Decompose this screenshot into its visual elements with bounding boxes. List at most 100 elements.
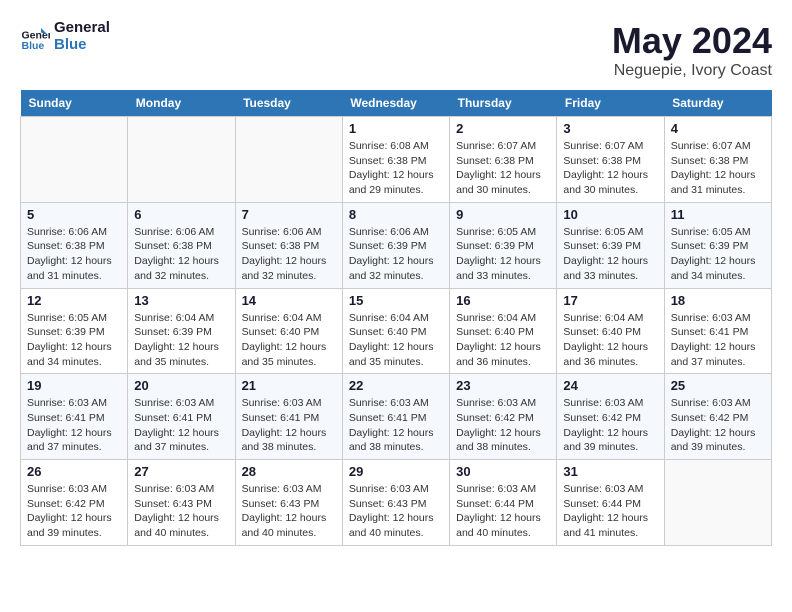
day-info: Sunrise: 6:04 AMSunset: 6:39 PMDaylight:…: [134, 311, 228, 370]
calendar-cell: [235, 117, 342, 203]
calendar-cell: 19 Sunrise: 6:03 AMSunset: 6:41 PMDayligh…: [21, 374, 128, 460]
calendar-week-row: 26 Sunrise: 6:03 AMSunset: 6:42 PMDayligh…: [21, 460, 772, 546]
day-info: Sunrise: 6:03 AMSunset: 6:42 PMDaylight:…: [456, 396, 550, 455]
day-info: Sunrise: 6:03 AMSunset: 6:43 PMDaylight:…: [349, 482, 443, 541]
calendar-cell: [664, 460, 771, 546]
day-number: 29: [349, 464, 443, 479]
calendar-cell: 4 Sunrise: 6:07 AMSunset: 6:38 PMDaylight…: [664, 117, 771, 203]
day-info: Sunrise: 6:04 AMSunset: 6:40 PMDaylight:…: [242, 311, 336, 370]
day-info: Sunrise: 6:08 AMSunset: 6:38 PMDaylight:…: [349, 139, 443, 198]
svg-text:Blue: Blue: [22, 40, 45, 52]
day-info: Sunrise: 6:07 AMSunset: 6:38 PMDaylight:…: [563, 139, 657, 198]
calendar-cell: 13 Sunrise: 6:04 AMSunset: 6:39 PMDayligh…: [128, 288, 235, 374]
day-number: 31: [563, 464, 657, 479]
calendar-cell: 1Sunrise: 6:08 AMSunset: 6:38 PMDaylight…: [342, 117, 449, 203]
day-number: 16: [456, 293, 550, 308]
calendar-cell: 31 Sunrise: 6:03 AMSunset: 6:44 PMDayligh…: [557, 460, 664, 546]
day-number: 23: [456, 378, 550, 393]
day-info: Sunrise: 6:04 AMSunset: 6:40 PMDaylight:…: [349, 311, 443, 370]
page-header: General Blue General Blue May 2024 Negue…: [20, 20, 772, 80]
day-info: Sunrise: 6:07 AMSunset: 6:38 PMDaylight:…: [671, 139, 765, 198]
day-info: Sunrise: 6:03 AMSunset: 6:42 PMDaylight:…: [563, 396, 657, 455]
calendar-cell: 5 Sunrise: 6:06 AMSunset: 6:38 PMDaylight…: [21, 202, 128, 288]
calendar-table: SundayMondayTuesdayWednesdayThursdayFrid…: [20, 90, 772, 546]
calendar-cell: 15 Sunrise: 6:04 AMSunset: 6:40 PMDayligh…: [342, 288, 449, 374]
calendar-cell: 16 Sunrise: 6:04 AMSunset: 6:40 PMDayligh…: [450, 288, 557, 374]
calendar-cell: 20Sunrise: 6:03 AMSunset: 6:41 PMDayligh…: [128, 374, 235, 460]
day-number: 21: [242, 378, 336, 393]
day-info: Sunrise: 6:03 AMSunset: 6:44 PMDaylight:…: [456, 482, 550, 541]
day-info: Sunrise: 6:06 AMSunset: 6:38 PMDaylight:…: [134, 225, 228, 284]
logo-icon: General Blue: [20, 22, 50, 52]
calendar-cell: 27Sunrise: 6:03 AMSunset: 6:43 PMDayligh…: [128, 460, 235, 546]
calendar-cell: 18Sunrise: 6:03 AMSunset: 6:41 PMDayligh…: [664, 288, 771, 374]
calendar-cell: 22 Sunrise: 6:03 AMSunset: 6:41 PMDayligh…: [342, 374, 449, 460]
day-info: Sunrise: 6:03 AMSunset: 6:41 PMDaylight:…: [349, 396, 443, 455]
calendar-cell: 10 Sunrise: 6:05 AMSunset: 6:39 PMDayligh…: [557, 202, 664, 288]
calendar-cell: 2 Sunrise: 6:07 AMSunset: 6:38 PMDaylight…: [450, 117, 557, 203]
day-info: Sunrise: 6:05 AMSunset: 6:39 PMDaylight:…: [671, 225, 765, 284]
calendar-week-row: 19 Sunrise: 6:03 AMSunset: 6:41 PMDayligh…: [21, 374, 772, 460]
location-title: Neguepie, Ivory Coast: [612, 62, 772, 80]
weekday-header: Friday: [557, 90, 664, 117]
weekday-header: Sunday: [21, 90, 128, 117]
calendar-cell: 17 Sunrise: 6:04 AMSunset: 6:40 PMDayligh…: [557, 288, 664, 374]
calendar-cell: 26 Sunrise: 6:03 AMSunset: 6:42 PMDayligh…: [21, 460, 128, 546]
day-number: 13: [134, 293, 228, 308]
calendar-cell: 6Sunrise: 6:06 AMSunset: 6:38 PMDaylight…: [128, 202, 235, 288]
day-number: 9: [456, 207, 550, 222]
day-info: Sunrise: 6:04 AMSunset: 6:40 PMDaylight:…: [563, 311, 657, 370]
day-number: 10: [563, 207, 657, 222]
calendar-cell: 14 Sunrise: 6:04 AMSunset: 6:40 PMDayligh…: [235, 288, 342, 374]
day-number: 15: [349, 293, 443, 308]
logo: General Blue General Blue: [20, 20, 110, 53]
calendar-cell: 9Sunrise: 6:05 AMSunset: 6:39 PMDaylight…: [450, 202, 557, 288]
day-info: Sunrise: 6:03 AMSunset: 6:43 PMDaylight:…: [242, 482, 336, 541]
day-number: 5: [27, 207, 121, 222]
day-info: Sunrise: 6:06 AMSunset: 6:39 PMDaylight:…: [349, 225, 443, 284]
calendar-cell: 11Sunrise: 6:05 AMSunset: 6:39 PMDayligh…: [664, 202, 771, 288]
day-number: 4: [671, 121, 765, 136]
weekday-header: Wednesday: [342, 90, 449, 117]
logo-line2: Blue: [54, 37, 110, 54]
day-info: Sunrise: 6:03 AMSunset: 6:41 PMDaylight:…: [671, 311, 765, 370]
day-number: 12: [27, 293, 121, 308]
day-number: 27: [134, 464, 228, 479]
day-info: Sunrise: 6:03 AMSunset: 6:42 PMDaylight:…: [27, 482, 121, 541]
calendar-cell: 24Sunrise: 6:03 AMSunset: 6:42 PMDayligh…: [557, 374, 664, 460]
day-info: Sunrise: 6:03 AMSunset: 6:41 PMDaylight:…: [242, 396, 336, 455]
day-info: Sunrise: 6:07 AMSunset: 6:38 PMDaylight:…: [456, 139, 550, 198]
day-number: 20: [134, 378, 228, 393]
calendar-cell: 3 Sunrise: 6:07 AMSunset: 6:38 PMDaylight…: [557, 117, 664, 203]
day-info: Sunrise: 6:05 AMSunset: 6:39 PMDaylight:…: [563, 225, 657, 284]
weekday-header: Thursday: [450, 90, 557, 117]
day-info: Sunrise: 6:03 AMSunset: 6:41 PMDaylight:…: [27, 396, 121, 455]
day-number: 14: [242, 293, 336, 308]
calendar-cell: 7Sunrise: 6:06 AMSunset: 6:38 PMDaylight…: [235, 202, 342, 288]
day-number: 22: [349, 378, 443, 393]
day-number: 26: [27, 464, 121, 479]
day-info: Sunrise: 6:03 AMSunset: 6:42 PMDaylight:…: [671, 396, 765, 455]
day-number: 2: [456, 121, 550, 136]
calendar-cell: 12 Sunrise: 6:05 AMSunset: 6:39 PMDayligh…: [21, 288, 128, 374]
calendar-cell: 25Sunrise: 6:03 AMSunset: 6:42 PMDayligh…: [664, 374, 771, 460]
day-info: Sunrise: 6:05 AMSunset: 6:39 PMDaylight:…: [27, 311, 121, 370]
title-area: May 2024 Neguepie, Ivory Coast: [612, 20, 772, 80]
calendar-cell: 28Sunrise: 6:03 AMSunset: 6:43 PMDayligh…: [235, 460, 342, 546]
day-number: 7: [242, 207, 336, 222]
month-title: May 2024: [612, 20, 772, 62]
day-info: Sunrise: 6:04 AMSunset: 6:40 PMDaylight:…: [456, 311, 550, 370]
day-number: 19: [27, 378, 121, 393]
calendar-cell: 30Sunrise: 6:03 AMSunset: 6:44 PMDayligh…: [450, 460, 557, 546]
weekday-header: Saturday: [664, 90, 771, 117]
calendar-cell: [21, 117, 128, 203]
day-info: Sunrise: 6:03 AMSunset: 6:44 PMDaylight:…: [563, 482, 657, 541]
calendar-week-row: 1Sunrise: 6:08 AMSunset: 6:38 PMDaylight…: [21, 117, 772, 203]
day-number: 3: [563, 121, 657, 136]
calendar-week-row: 12 Sunrise: 6:05 AMSunset: 6:39 PMDayligh…: [21, 288, 772, 374]
day-info: Sunrise: 6:06 AMSunset: 6:38 PMDaylight:…: [27, 225, 121, 284]
day-number: 17: [563, 293, 657, 308]
calendar-cell: [128, 117, 235, 203]
calendar-cell: 29 Sunrise: 6:03 AMSunset: 6:43 PMDayligh…: [342, 460, 449, 546]
calendar-cell: 8Sunrise: 6:06 AMSunset: 6:39 PMDaylight…: [342, 202, 449, 288]
